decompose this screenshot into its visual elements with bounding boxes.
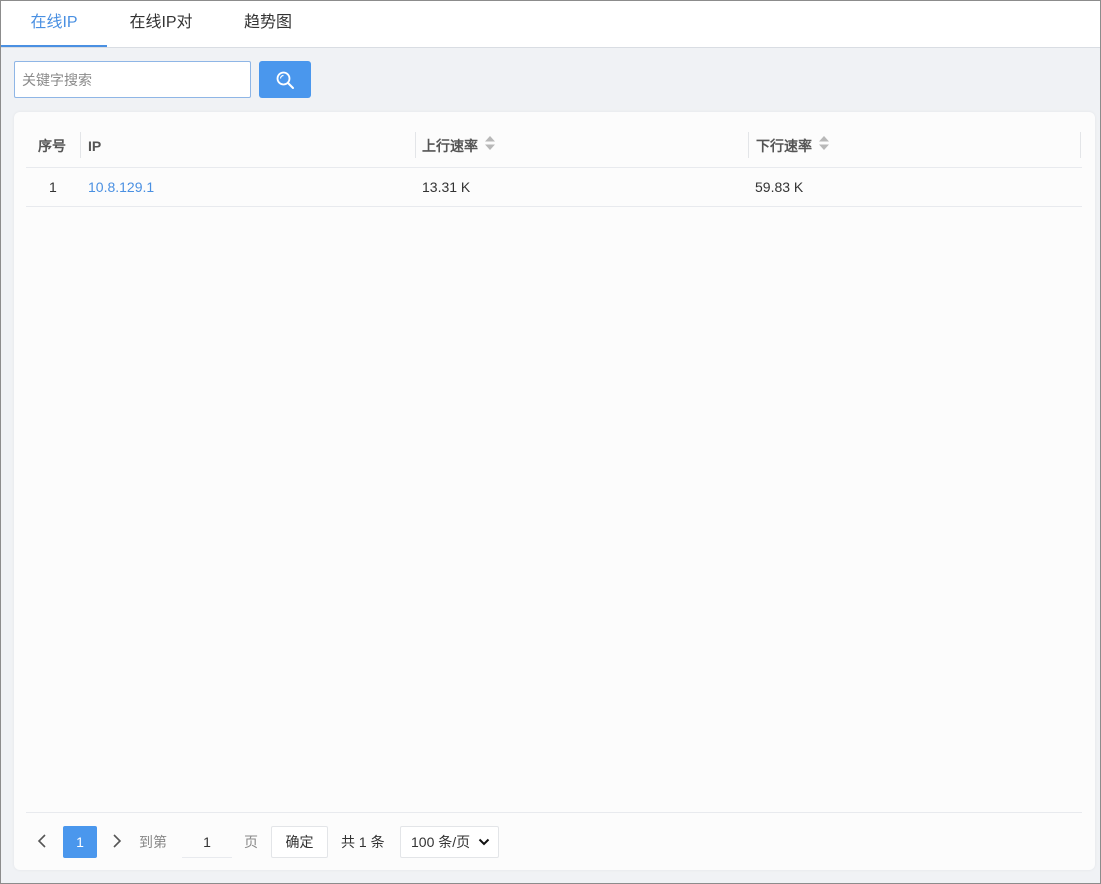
tab-trend-chart[interactable]: 趋势图	[223, 1, 313, 47]
row-upload-rate: 13.31 K	[422, 179, 471, 195]
next-page-button[interactable]	[105, 825, 129, 857]
table-header: 序号 IP 上行速率 下行速率	[26, 124, 1082, 168]
column-divider[interactable]	[415, 132, 416, 158]
column-header-upload-rate[interactable]: 上行速率	[422, 124, 496, 168]
column-divider[interactable]	[748, 132, 749, 158]
page-size-value: 100 条/页	[411, 834, 471, 850]
page-number-current[interactable]: 1	[63, 826, 97, 858]
pagination-divider	[26, 812, 1082, 813]
chevron-left-icon	[37, 834, 46, 848]
goto-suffix-label: 页	[244, 834, 258, 850]
column-header-upload-rate-label: 上行速率	[422, 138, 478, 154]
table-row: 1 10.8.129.1 13.31 K 59.83 K	[26, 169, 1082, 207]
total-count-label: 共 1 条	[341, 834, 385, 850]
column-header-download-rate-label: 下行速率	[756, 138, 812, 154]
column-header-ip: IP	[88, 138, 102, 154]
row-index: 1	[49, 179, 57, 195]
sort-icon[interactable]	[818, 124, 830, 168]
chevron-down-icon	[478, 838, 490, 846]
search-button[interactable]	[259, 61, 311, 98]
goto-prefix-label: 到第	[139, 834, 167, 850]
column-divider	[80, 132, 81, 158]
search-icon	[276, 71, 294, 89]
table-card: 序号 IP 上行速率 下行速率 1 10.8.129.1 13.31 K 59.…	[14, 112, 1095, 870]
chevron-right-icon	[113, 834, 122, 848]
sort-icon[interactable]	[484, 124, 496, 168]
row-download-rate: 59.83 K	[755, 179, 804, 195]
row-ip-link[interactable]: 10.8.129.1	[88, 169, 154, 206]
tab-online-ip-pair[interactable]: 在线IP对	[109, 1, 213, 47]
tab-online-ip[interactable]: 在线IP	[1, 1, 107, 47]
goto-confirm-button[interactable]: 确定	[271, 826, 328, 858]
page-size-select[interactable]: 100 条/页	[400, 826, 499, 858]
goto-page-input[interactable]	[182, 826, 232, 858]
pagination: 1 到第 页 确定 共 1 条 100 条/页	[14, 825, 1095, 859]
column-divider[interactable]	[1080, 132, 1081, 158]
tab-bar: 在线IP 在线IP对 趋势图	[1, 1, 1100, 48]
column-header-index: 序号	[38, 138, 66, 154]
prev-page-button[interactable]	[30, 825, 54, 857]
search-input[interactable]	[14, 61, 251, 98]
column-header-download-rate[interactable]: 下行速率	[756, 124, 830, 168]
